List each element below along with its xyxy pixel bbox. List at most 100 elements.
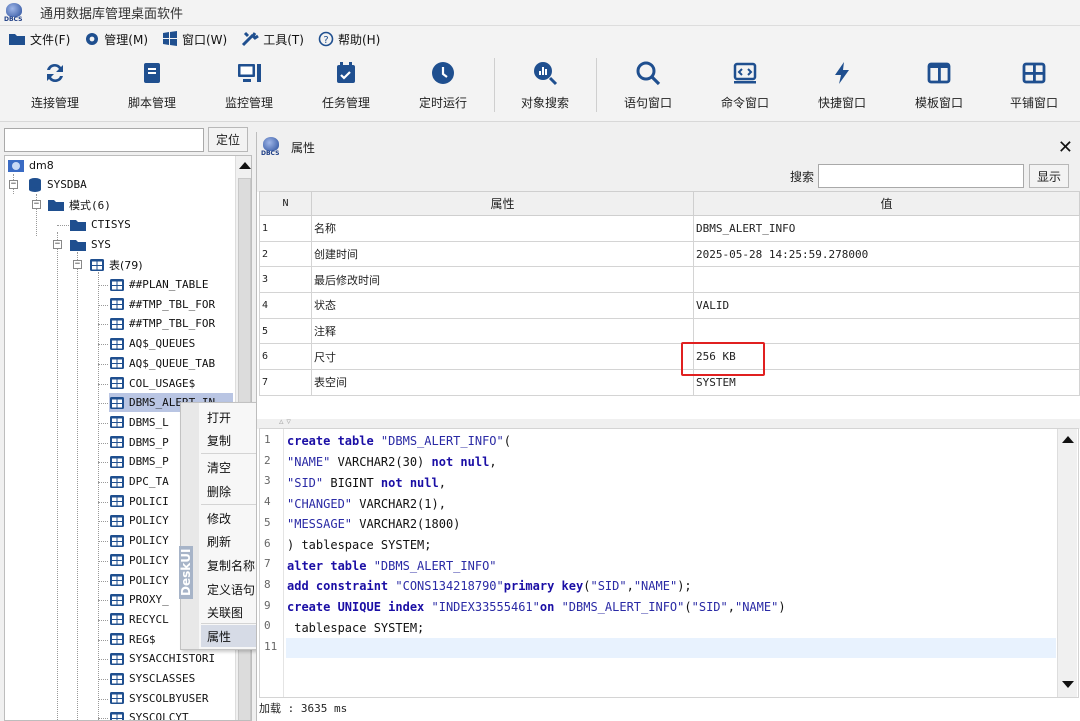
tree-node-schemas[interactable]: 模式(6) (47, 195, 111, 214)
tree-node-table[interactable]: AQ$_QUEUES (109, 334, 233, 353)
code-line: "MESSAGE" VARCHAR2(1800) (287, 517, 461, 531)
tree-node-tables[interactable]: 表(79) (89, 255, 143, 274)
tree-node-table[interactable]: SYSCOLCYT (109, 708, 233, 720)
ddl-editor[interactable]: 1 2 3 4 5 6 7 8 9 0 11 create table "DBMS_ALERT_IN… (259, 428, 1079, 698)
clock-icon (432, 62, 454, 84)
tree-line (98, 560, 108, 562)
tree-node-label: REG$ (129, 632, 156, 646)
scroll-up-arrow-icon[interactable] (1062, 436, 1074, 443)
show-button[interactable]: 显示 (1029, 164, 1069, 188)
current-line-highlight (286, 638, 1056, 658)
scroll-down-arrow-icon[interactable] (1062, 681, 1074, 688)
line-number: 4 (264, 495, 271, 509)
menu-file[interactable]: 文件(F) (8, 31, 70, 48)
splitter-arrows-icon: ▵ ▿ (279, 417, 291, 427)
tree-node-table[interactable]: SYSCOLBYUSER (109, 689, 233, 708)
search-label: 搜索 (790, 170, 815, 184)
table-row[interactable]: 5 注释 (259, 317, 1080, 345)
tree-line (98, 718, 108, 720)
toolbar-object-search[interactable]: 对象搜索 (497, 52, 593, 120)
code-line: add constraint "CONS134218790" primary k… (287, 579, 692, 593)
toolbar-task-manage[interactable]: 任务管理 (298, 52, 394, 120)
toolbar-command-window[interactable]: 命令窗口 (697, 52, 793, 120)
tree-node-table[interactable]: ##TMP_TBL_FOR (109, 314, 233, 333)
line-number: 11 (264, 640, 278, 653)
panel-header: DBCS 属性 ✕ (257, 132, 1080, 162)
column-header[interactable]: N (259, 191, 312, 216)
tree-node-table[interactable]: ##TMP_TBL_FOR (109, 295, 233, 314)
property-value[interactable]: DBMS_ALERT_INFO (693, 215, 1080, 242)
table-icon (110, 298, 124, 311)
line-number: 1 (264, 433, 271, 446)
tree-node-label: POLICI (129, 494, 169, 508)
tree-node-schema[interactable]: CTISYS (69, 215, 131, 234)
toolbar: 连接管理 脚本管理 监控管理 任务管理 定时运行 对象搜索 语句窗口 命令窗口 … (0, 52, 1080, 122)
expander-icon[interactable]: − (53, 240, 62, 249)
property-name: 创建时间 (311, 240, 694, 268)
tree-line (98, 501, 108, 503)
menu-tools[interactable]: 工具(T) (241, 31, 304, 48)
tree-line (98, 344, 108, 346)
property-value[interactable]: 2025-05-28 14:25:59.278000 (693, 240, 1080, 268)
toolbar-quick-window[interactable]: 快捷窗口 (794, 52, 890, 120)
tree-node-table[interactable]: AQ$_QUEUE_TAB (109, 354, 233, 373)
line-number: 6 (264, 536, 271, 550)
column-header[interactable]: 值 (693, 191, 1080, 216)
gear-icon (86, 33, 99, 45)
expander-icon[interactable]: − (73, 260, 82, 269)
tree-node-root[interactable]: dm8 (7, 156, 54, 175)
scroll-up-arrow-icon[interactable] (239, 162, 251, 169)
tree-node-table[interactable]: SYSACCHISTORI (109, 649, 233, 668)
toolbar-connection-manage[interactable]: 连接管理 (7, 52, 103, 120)
tree-search-input[interactable] (4, 128, 204, 152)
locate-button[interactable]: 定位 (208, 127, 248, 152)
tree-node-database[interactable]: SYSDBA (27, 175, 87, 194)
editor-scrollbar[interactable] (1057, 429, 1077, 697)
code-line: create UNIQUE index "INDEX33555461" on "… (287, 600, 786, 614)
close-icon[interactable]: ✕ (1058, 137, 1073, 158)
tree-line (98, 363, 108, 365)
toolbar-statement-window[interactable]: 语句窗口 (600, 52, 696, 120)
menu-manage[interactable]: 管理(M) (84, 31, 148, 48)
properties-panel: DBCS 属性 ✕ 搜索 显示 N 属性 值 1 名称 DBMS_ALERT_INF… (256, 132, 1080, 721)
database-icon (29, 177, 41, 192)
expander-icon[interactable]: − (9, 180, 18, 189)
column-header[interactable]: 属性 (311, 191, 694, 216)
table-row[interactable]: 7 表空间 SYSTEM (259, 369, 1080, 396)
toolbar-tile-window[interactable]: 平铺窗口 (986, 52, 1080, 120)
table-header-row: N 属性 值 (259, 191, 1080, 216)
tree-node-label: SYSCOLBYUSER (129, 691, 209, 705)
table-row[interactable]: 4 状态 VALID (259, 292, 1080, 319)
table-icon (110, 475, 124, 488)
property-value[interactable]: VALID (693, 292, 1080, 319)
tree-line (98, 698, 108, 700)
toolbar-template-window[interactable]: 模板窗口 (891, 52, 987, 120)
tree-node-table[interactable]: ##PLAN_TABLE (109, 275, 233, 294)
menu-help[interactable]: ? 帮助(H) (318, 31, 380, 48)
window-title: 通用数据库管理桌面软件 (40, 7, 184, 22)
table-row[interactable]: 1 名称 DBMS_ALERT_INFO (259, 215, 1080, 242)
tree-line (98, 285, 108, 286)
property-name: 注释 (311, 317, 694, 345)
tree-node-table[interactable]: SYSCLASSES (109, 669, 233, 688)
property-search-input[interactable] (818, 164, 1024, 188)
table-icon (110, 534, 124, 547)
menu-window[interactable]: 窗口(W) (162, 31, 227, 48)
table-icon (110, 377, 124, 389)
table-icon (110, 652, 124, 665)
table-row[interactable]: 2 创建时间 2025-05-28 14:25:59.278000 (259, 240, 1080, 268)
line-number: 5 (264, 515, 271, 529)
expander-icon[interactable]: − (32, 200, 41, 209)
row-number: 2 (259, 240, 312, 268)
property-name: 最后修改时间 (311, 266, 694, 294)
tree-node-schema[interactable]: SYS (69, 235, 111, 254)
toolbar-scheduled-run[interactable]: 定时运行 (395, 52, 491, 120)
table-row[interactable]: 6 尺寸 256 KB (259, 343, 1080, 371)
toolbar-monitor-manage[interactable]: 监控管理 (201, 52, 297, 120)
table-row[interactable]: 3 最后修改时间 (259, 266, 1080, 294)
tree-node-table[interactable]: COL_USAGE$ (109, 374, 233, 393)
property-value[interactable] (693, 266, 1080, 294)
property-value[interactable] (693, 317, 1080, 345)
toolbar-separator (494, 58, 495, 112)
toolbar-script-manage[interactable]: 脚本管理 (104, 52, 200, 120)
